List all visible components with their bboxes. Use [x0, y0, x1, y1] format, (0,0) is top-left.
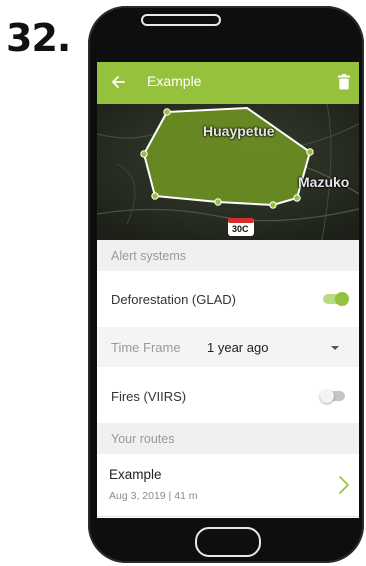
- deforestation-toggle-thumb[interactable]: [335, 292, 349, 306]
- area-map[interactable]: Huaypetue Mazuko 30C: [97, 104, 359, 240]
- deforestation-label: Deforestation (GLAD): [111, 292, 236, 307]
- polygon-vertex[interactable]: [140, 150, 148, 158]
- route-meta: Aug 3, 2019 | 41 m: [109, 490, 198, 502]
- route-item[interactable]: Example Aug 3, 2019 | 41 m: [97, 454, 359, 516]
- arrow-left-icon[interactable]: [109, 73, 127, 91]
- home-button[interactable]: [195, 527, 261, 557]
- time-frame-label: Time Frame: [111, 340, 181, 355]
- polygon-vertex[interactable]: [306, 148, 314, 156]
- app-bar: Example: [97, 62, 359, 104]
- polygon-vertex[interactable]: [293, 194, 301, 202]
- time-frame-select[interactable]: 1 year ago: [207, 340, 268, 355]
- map-label-town: Huaypetue: [203, 123, 275, 139]
- fires-label: Fires (VIIRS): [111, 389, 187, 404]
- map-label-town: Mazuko: [298, 174, 350, 190]
- page-title: Example: [147, 73, 202, 89]
- chevron-right-icon[interactable]: [339, 476, 349, 494]
- time-frame-row[interactable]: Time Frame 1 year ago: [97, 327, 359, 367]
- deforestation-row[interactable]: Deforestation (GLAD): [97, 271, 359, 327]
- polygon-vertex[interactable]: [163, 108, 171, 116]
- phone-speaker: [141, 14, 221, 26]
- polygon-vertex[interactable]: [269, 201, 277, 209]
- polygon-vertex[interactable]: [214, 198, 222, 206]
- road-shield-label: 30C: [232, 224, 249, 234]
- polygon-vertex[interactable]: [151, 192, 159, 200]
- section-header-alert-systems: Alert systems: [97, 240, 359, 271]
- section-header-your-routes: Your routes: [97, 423, 359, 454]
- app-screen: Example Huaypetue Mazuko 30C Alert syste…: [97, 62, 359, 518]
- fires-toggle-thumb[interactable]: [320, 389, 334, 403]
- route-title: Example: [109, 467, 162, 482]
- fires-row[interactable]: Fires (VIIRS): [97, 367, 359, 423]
- caret-down-icon[interactable]: [331, 346, 339, 350]
- step-number: 32.: [6, 16, 71, 60]
- divider: [97, 516, 359, 517]
- trash-icon[interactable]: [338, 74, 350, 90]
